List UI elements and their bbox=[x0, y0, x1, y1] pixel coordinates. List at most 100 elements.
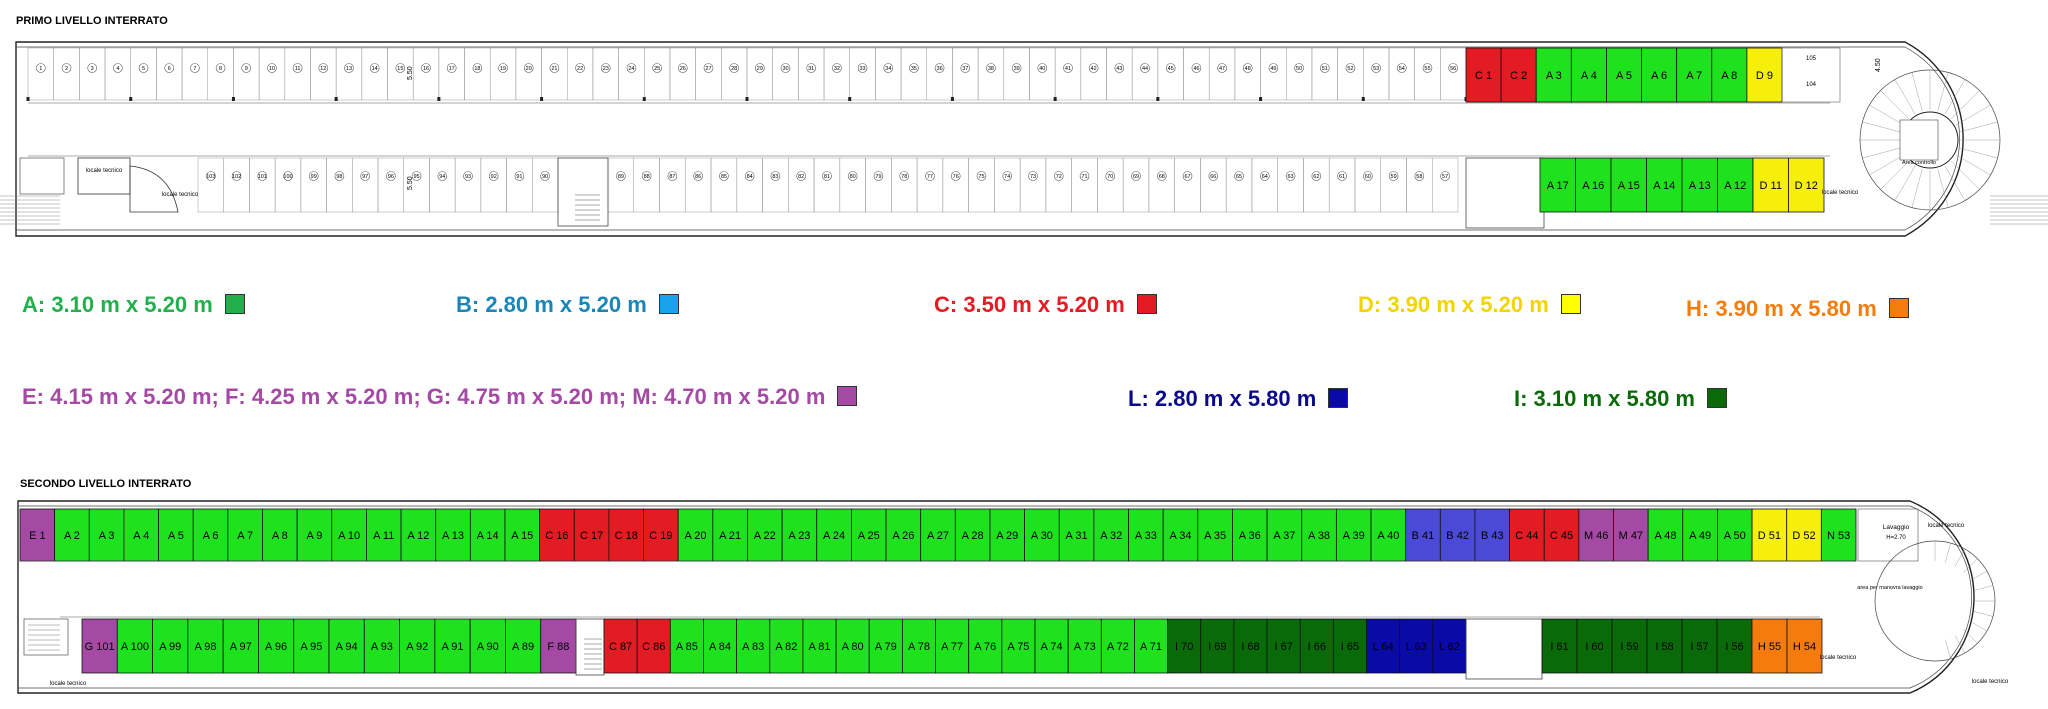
level1-top-bay bbox=[772, 47, 799, 101]
level1-bottom-right-bay bbox=[633, 157, 660, 213]
level2-top-stall-label: B 42 bbox=[1446, 530, 1469, 542]
level2-top-stall-label: D 52 bbox=[1792, 530, 1815, 542]
level1-top-bay-number: 26 bbox=[680, 66, 686, 72]
spiral-step bbox=[1862, 121, 1902, 133]
level1-top-bay-number: 15 bbox=[397, 66, 403, 72]
level2-bottom-mid-stall-label: A 74 bbox=[1041, 641, 1063, 653]
level2-bottom-mid-stall-label: A 82 bbox=[775, 641, 797, 653]
level1-bottom-left-bay bbox=[326, 157, 353, 213]
locale-tecnico-label: locale tecnico bbox=[1972, 679, 2009, 685]
pillar bbox=[1156, 97, 1160, 101]
level1-bottom-right-bay bbox=[865, 157, 892, 213]
legend-type-a: A: 3.10 m x 5.20 m bbox=[22, 292, 245, 318]
level1-top-bay-number: 49 bbox=[1270, 66, 1276, 72]
level2-top-stall-label: A 30 bbox=[1031, 530, 1053, 542]
level2-bottom-left-stall-label: G 101 bbox=[85, 641, 115, 653]
level1-bottom-left-bay bbox=[532, 157, 559, 213]
level1-top-bay-number: 9 bbox=[245, 66, 248, 72]
level2-top-stall-label: A 21 bbox=[719, 530, 741, 542]
legend-swatch bbox=[1888, 298, 1909, 319]
dimension-label: 5.50 bbox=[407, 66, 414, 80]
level1-top-bay bbox=[1029, 47, 1056, 101]
level1-top-bay bbox=[310, 47, 337, 101]
level1-top-bay bbox=[156, 47, 183, 101]
legend-swatch bbox=[1328, 388, 1349, 409]
spiral-step bbox=[1911, 168, 1923, 208]
level1-top-bay-number: 36 bbox=[937, 66, 943, 72]
level2-top-stall-label: A 23 bbox=[788, 530, 810, 542]
level1-top-bay bbox=[618, 47, 645, 101]
level1-bottom-right-bay-number: 83 bbox=[772, 174, 778, 180]
legend-label: C: 3.50 m x 5.20 m bbox=[934, 292, 1125, 317]
legend-swatch bbox=[1707, 388, 1727, 409]
level1-top-bay-number: 22 bbox=[577, 66, 583, 72]
level1-bottom-left-bay bbox=[454, 157, 482, 213]
level1-top-bay bbox=[181, 47, 208, 101]
level1-top-bay bbox=[1311, 47, 1338, 101]
level1-top-bay-number: 38 bbox=[988, 66, 994, 72]
level1-top-bay-number: 50 bbox=[1296, 66, 1302, 72]
level2-bottom-right-stall-label: H 55 bbox=[1758, 641, 1781, 653]
level2-top-stall-label: A 35 bbox=[1204, 530, 1226, 542]
level2-top-stall-label: A 8 bbox=[272, 530, 288, 542]
level1-bottom-right-bay-number: 59 bbox=[1391, 174, 1397, 180]
spiral-step bbox=[1958, 121, 1998, 133]
level2-bottom-right-stall-label: I 56 bbox=[1725, 641, 1743, 653]
level2-bottom-mid-stall-label: A 72 bbox=[1107, 641, 1129, 653]
level1-top-bay-number: 56 bbox=[1450, 66, 1456, 72]
level1-bottom-right-bay-number: 67 bbox=[1184, 174, 1190, 180]
level1-bottom-right-bay-number: 75 bbox=[978, 174, 984, 180]
level2-top-stall-label: A 6 bbox=[203, 530, 219, 542]
level1-bottom-right-bay-number: 57 bbox=[1442, 174, 1448, 180]
level1-top-bay-number: 17 bbox=[449, 66, 455, 72]
level2-top-stall-label: C 44 bbox=[1515, 530, 1538, 542]
service-core bbox=[1465, 618, 1543, 680]
level1-bottom-left-bay bbox=[300, 157, 327, 213]
spiral-step bbox=[1869, 104, 1905, 126]
level2-bottom-right-stall-label: I 59 bbox=[1620, 641, 1638, 653]
locale-tecnico-room bbox=[77, 157, 131, 195]
level1-top-bay-number: 54 bbox=[1399, 66, 1405, 72]
level1-bottom-right-bay-number: 86 bbox=[695, 174, 701, 180]
level1-bottom-right-bay bbox=[685, 157, 712, 213]
level2-bottom-mid-stall-label: A 78 bbox=[908, 641, 930, 653]
level1-bottom-right-bay bbox=[710, 157, 738, 213]
level1-top-bay bbox=[361, 47, 388, 101]
level1-bottom-right-bay bbox=[839, 157, 866, 213]
level1-bottom-right-bay bbox=[1148, 157, 1175, 213]
spiral-step bbox=[1937, 72, 1949, 112]
level1-top-bay-number: 2 bbox=[65, 66, 68, 72]
level2-top-stall-label: A 39 bbox=[1343, 530, 1365, 542]
level1-top-bay-number: 29 bbox=[757, 66, 763, 72]
level1-top-colored-stall-label: D 9 bbox=[1756, 70, 1773, 82]
level1-top-bay-number: 6 bbox=[168, 66, 171, 72]
level1-top-bay bbox=[695, 47, 722, 101]
level1-top-bay-number: 24 bbox=[628, 66, 634, 72]
spiral-step bbox=[1963, 629, 1978, 644]
level1-bottom-right-bay bbox=[891, 157, 918, 213]
level1-top-bay bbox=[798, 47, 825, 101]
level1-bottom-colored-stall-label: A 12 bbox=[1724, 180, 1746, 192]
level2-bottom-mid-stall-label: L 64 bbox=[1373, 641, 1394, 653]
level1-bottom-right-bay-number: 87 bbox=[669, 174, 675, 180]
level1-top-bay-number: 7 bbox=[193, 66, 196, 72]
level1-top-bay bbox=[900, 47, 927, 101]
level2-bottom-mid-stall-label: A 71 bbox=[1140, 641, 1162, 653]
level1-top-bay bbox=[721, 47, 748, 101]
spiral-step bbox=[1973, 611, 1994, 617]
level1-top-bay bbox=[1106, 47, 1133, 101]
level1-bottom-right-bay bbox=[1071, 157, 1098, 213]
legend-label: I: 3.10 m x 5.80 m bbox=[1514, 386, 1695, 411]
level1-top-bay bbox=[79, 47, 106, 101]
level1-bottom-left-bay-number: 98 bbox=[336, 174, 342, 180]
level2-bottom-mid-stall-label: A 80 bbox=[842, 641, 864, 653]
level2-bottom-mid-stall-label: L 62 bbox=[1439, 641, 1460, 653]
locale-tecnico-label: locale tecnico bbox=[50, 681, 87, 687]
level2-top-stall-label: C 17 bbox=[580, 530, 603, 542]
level2-bottom-left-stall-label: A 95 bbox=[300, 641, 322, 653]
pillar bbox=[231, 97, 235, 101]
level1-top-bay-number: 37 bbox=[962, 66, 968, 72]
level1-top-bay bbox=[1234, 47, 1261, 101]
level2-top-stall-label: D 51 bbox=[1758, 530, 1781, 542]
level2-bottom-mid-stall-label: A 84 bbox=[709, 641, 731, 653]
